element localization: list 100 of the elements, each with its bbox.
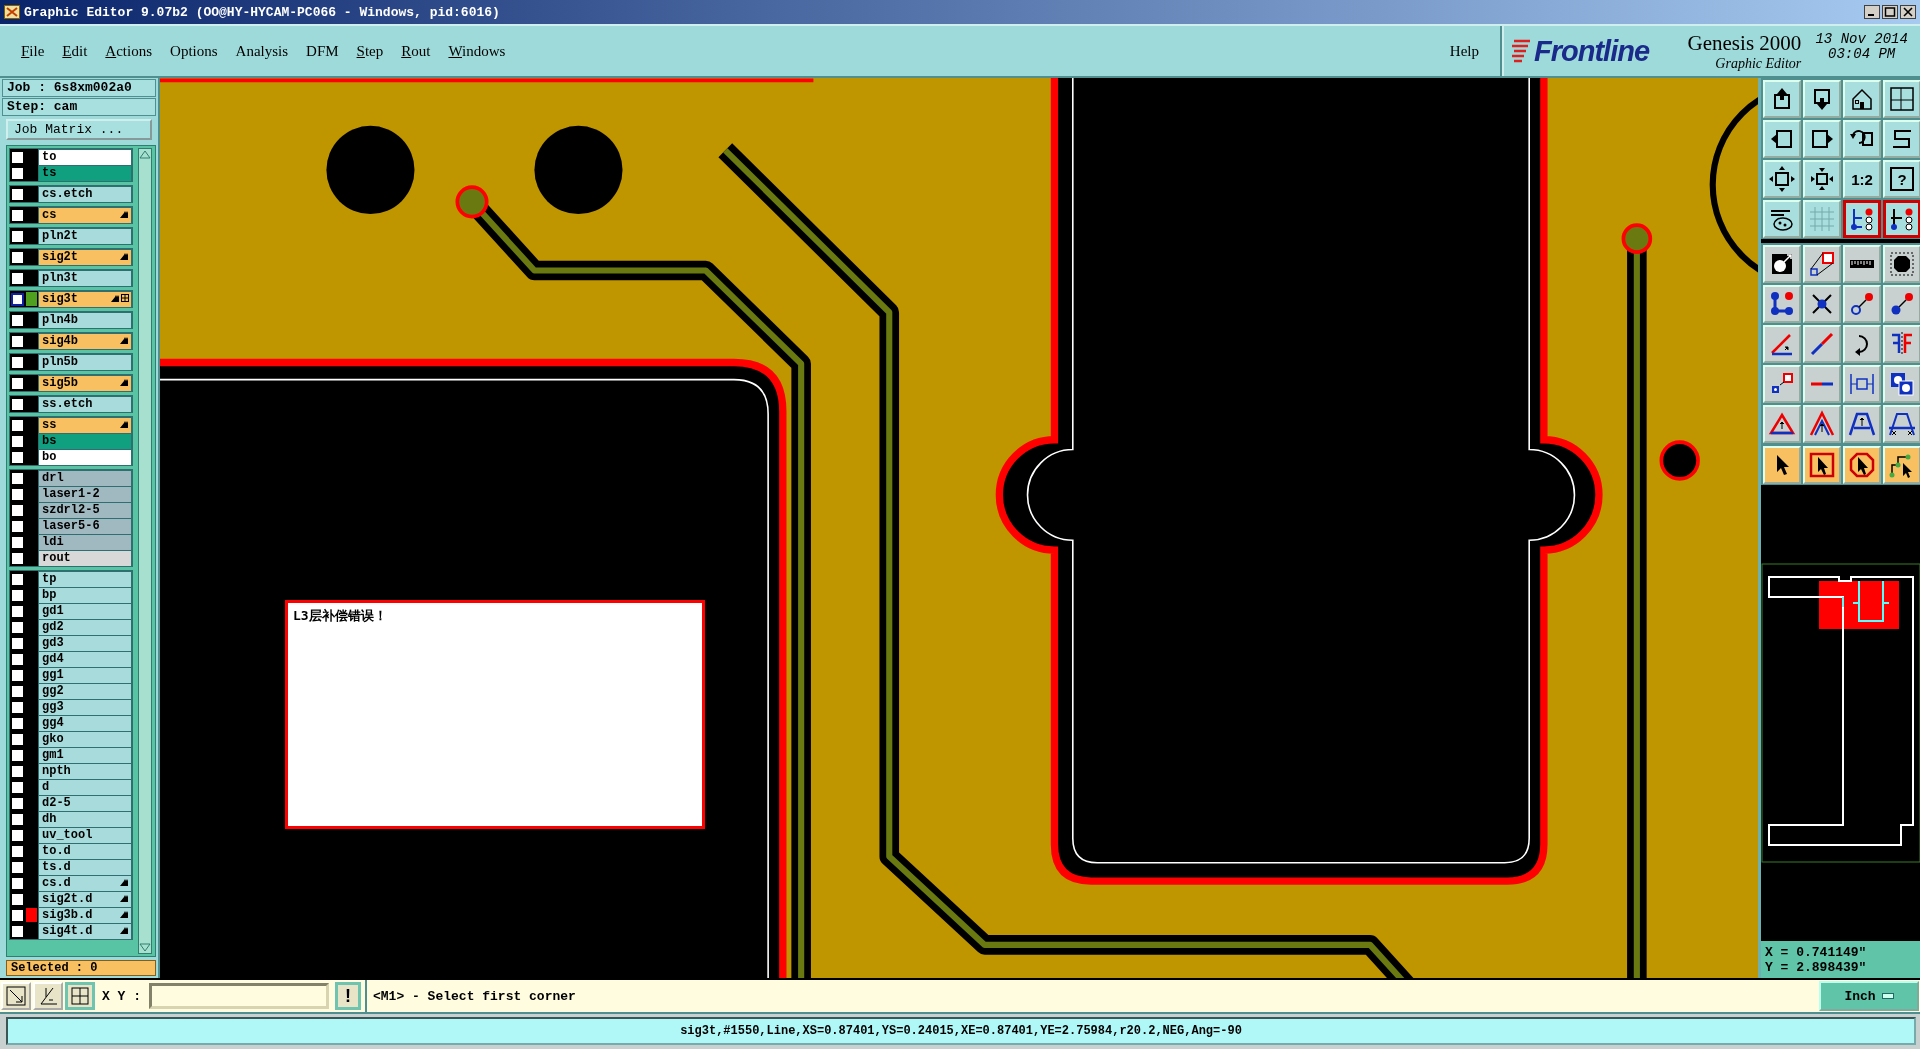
- pointer-button[interactable]: [1763, 446, 1801, 484]
- layer-checkbox[interactable]: [11, 151, 24, 164]
- expand-button[interactable]: [1763, 160, 1801, 198]
- triangle-button[interactable]: [1763, 405, 1801, 443]
- layer-checkbox[interactable]: [11, 861, 24, 874]
- layer-name[interactable]: sig2t: [38, 249, 132, 266]
- layer-name[interactable]: pln5b: [38, 354, 132, 371]
- menu-item[interactable]: Rout: [392, 38, 440, 64]
- trapezoid-button[interactable]: [1843, 405, 1881, 443]
- layer-name[interactable]: cs: [38, 207, 132, 224]
- overlap-squares-button[interactable]: [1883, 365, 1920, 403]
- layer-checkbox[interactable]: [11, 472, 24, 485]
- layer-checkbox[interactable]: [11, 733, 24, 746]
- menu-item[interactable]: File: [12, 38, 54, 64]
- layer-checkbox[interactable]: [11, 520, 24, 533]
- layer-checkbox[interactable]: [11, 419, 24, 432]
- box-right-arrow-button[interactable]: [1803, 120, 1841, 158]
- layer-checkbox[interactable]: [11, 701, 24, 714]
- measure-button[interactable]: [33, 982, 63, 1010]
- layer-checkbox[interactable]: [11, 829, 24, 842]
- tool-button[interactable]: ?: [1883, 160, 1920, 198]
- horizontal-line-button[interactable]: [1803, 365, 1841, 403]
- shape-link-button[interactable]: [1803, 245, 1841, 283]
- layer-checkbox[interactable]: [11, 717, 24, 730]
- layer-checkbox[interactable]: [11, 552, 24, 565]
- node-arrow-button[interactable]: [1883, 285, 1920, 323]
- pointer-box-button[interactable]: [1803, 446, 1841, 484]
- connected-nodes-button[interactable]: [1763, 285, 1801, 323]
- layer-name[interactable]: pln2t: [38, 228, 132, 245]
- menu-item[interactable]: Options: [161, 38, 227, 64]
- layer-checkbox[interactable]: [11, 251, 24, 264]
- layer-checkbox[interactable]: [11, 230, 24, 243]
- layer-checkbox[interactable]: [11, 293, 24, 306]
- close-icon[interactable]: [1900, 5, 1916, 19]
- layer-checkbox[interactable]: [11, 589, 24, 602]
- pointer-net-button[interactable]: [1883, 446, 1920, 484]
- copy-shapes-button[interactable]: [1763, 365, 1801, 403]
- circuit-button[interactable]: [1843, 200, 1881, 238]
- download-button[interactable]: [1803, 80, 1841, 118]
- ruler-button[interactable]: [1843, 245, 1881, 283]
- layer-checkbox[interactable]: [11, 909, 24, 922]
- mirror-button[interactable]: [1883, 325, 1920, 363]
- node-arrow-button[interactable]: [1843, 285, 1881, 323]
- grid-snap-button[interactable]: [65, 982, 95, 1010]
- layer-checkbox[interactable]: [11, 813, 24, 826]
- menu-item[interactable]: DFM: [297, 38, 348, 64]
- undo-button[interactable]: [1843, 120, 1881, 158]
- upload-button[interactable]: [1763, 80, 1801, 118]
- layer-name[interactable]: sig3t: [38, 291, 132, 308]
- layer-name[interactable]: ts: [38, 165, 132, 182]
- layer-checkbox[interactable]: [11, 749, 24, 762]
- layer-name[interactable]: ss.etch: [38, 396, 132, 413]
- layer-name[interactable]: rout: [38, 550, 132, 567]
- units-dropdown[interactable]: Inch: [1819, 981, 1919, 1011]
- layer-checkbox[interactable]: [11, 845, 24, 858]
- menu-item[interactable]: Analysis: [226, 38, 298, 64]
- help-menu[interactable]: Help: [1440, 38, 1488, 64]
- layer-checkbox[interactable]: [11, 621, 24, 634]
- alert-button[interactable]: !: [335, 982, 361, 1010]
- tools-palette-button[interactable]: [1763, 200, 1801, 238]
- triangle-button[interactable]: [1803, 405, 1841, 443]
- cross-node-button[interactable]: [1803, 285, 1841, 323]
- layer-checkbox[interactable]: [11, 893, 24, 906]
- layer-checkbox[interactable]: [11, 669, 24, 682]
- coordinate-input[interactable]: [149, 983, 329, 1009]
- layer-checkbox[interactable]: [11, 209, 24, 222]
- layer-checkbox[interactable]: [11, 925, 24, 938]
- octagon-button[interactable]: [1883, 245, 1920, 283]
- layer-checkbox[interactable]: [11, 488, 24, 501]
- layer-checkbox[interactable]: [11, 167, 24, 180]
- zigzag-button[interactable]: [1883, 120, 1920, 158]
- layer-checkbox[interactable]: [11, 605, 24, 618]
- circle-arrow-button[interactable]: [1763, 245, 1801, 283]
- layer-checkbox[interactable]: [11, 435, 24, 448]
- layer-checkbox[interactable]: [11, 451, 24, 464]
- house-button[interactable]: [1843, 80, 1881, 118]
- pointer-octagon-button[interactable]: [1843, 446, 1881, 484]
- angle-line-button[interactable]: [1763, 325, 1801, 363]
- menu-item[interactable]: Step: [347, 38, 393, 64]
- menu-item[interactable]: Windows: [439, 38, 515, 64]
- rotate-button[interactable]: [1843, 325, 1881, 363]
- box-left-arrow-button[interactable]: [1763, 120, 1801, 158]
- circuit-button[interactable]: [1883, 200, 1920, 238]
- layer-checkbox[interactable]: [11, 398, 24, 411]
- menu-item[interactable]: Edit: [53, 38, 97, 64]
- tool-button[interactable]: 1:2: [1843, 160, 1881, 198]
- layer-checkbox[interactable]: [11, 573, 24, 586]
- layer-checkbox[interactable]: [11, 377, 24, 390]
- scrollbar[interactable]: [138, 148, 152, 954]
- layer-checkbox[interactable]: [11, 877, 24, 890]
- layer-name[interactable]: pln3t: [38, 270, 132, 287]
- layer-checkbox[interactable]: [11, 781, 24, 794]
- resize-box-button[interactable]: [1843, 365, 1881, 403]
- layer-checkbox[interactable]: [11, 335, 24, 348]
- shrink-button[interactable]: [1803, 160, 1841, 198]
- layer-name[interactable]: sig5b: [38, 375, 132, 392]
- minimize-icon[interactable]: [1864, 5, 1880, 19]
- layer-checkbox[interactable]: [11, 272, 24, 285]
- layer-checkbox[interactable]: [11, 536, 24, 549]
- zoom-box-button[interactable]: [1, 982, 31, 1010]
